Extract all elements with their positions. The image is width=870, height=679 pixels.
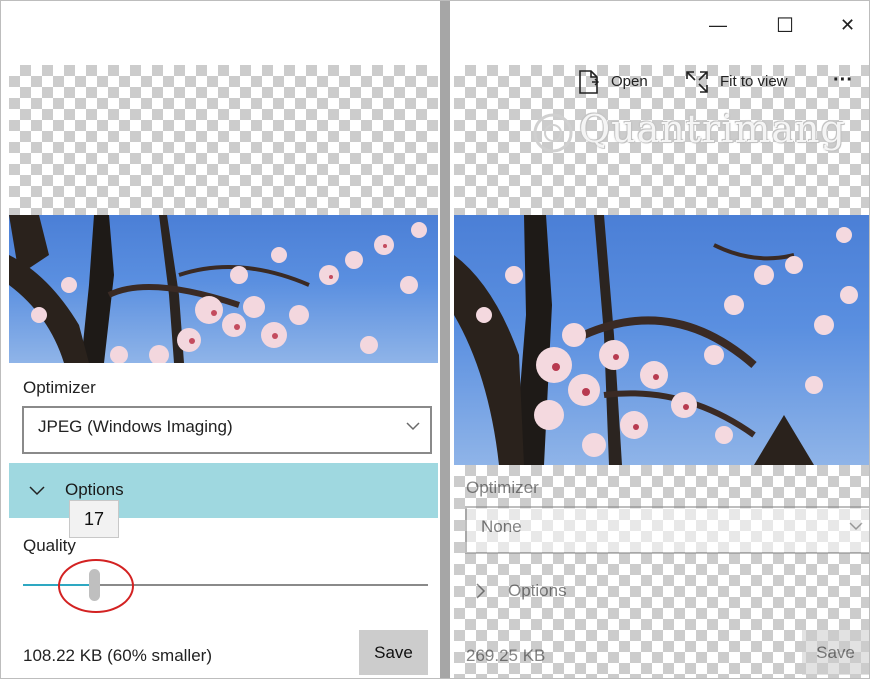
close-button[interactable]: ✕ [840,15,855,36]
right-pane: Optimizer None Options 269.25 KB Save [454,1,869,678]
save-button[interactable]: Save [359,630,428,675]
save-button[interactable]: Save [802,630,869,675]
left-pane: Optimizer JPEG (Windows Imaging) Options… [1,1,438,678]
optimizer-dropdown[interactable]: None [465,506,869,554]
fit-to-view-button[interactable]: Fit to view [685,69,805,95]
fit-to-view-icon [686,71,708,93]
quality-slider-track[interactable] [95,584,428,586]
open-file-icon [579,70,599,94]
photo-illustration [454,215,858,465]
chevron-down-icon [29,486,45,496]
chevron-down-icon [849,522,863,531]
fit-to-view-label: Fit to view [720,73,788,90]
options-label: Options [508,581,567,600]
options-expander[interactable]: Options [454,564,869,619]
optimizer-label: Optimizer [466,478,539,497]
optimizer-dropdown[interactable]: JPEG (Windows Imaging) [22,406,432,454]
compare-splitter[interactable] [438,1,454,678]
optimizer-value: None [481,517,522,536]
splitter-handle[interactable] [440,1,450,678]
maximize-button[interactable]: ☐ [776,13,794,38]
image-preview-optimized [9,215,438,363]
minimize-button[interactable]: — [709,15,727,36]
file-size-status: 269.25 KB [466,646,546,665]
options-label: Options [65,480,124,499]
open-label: Open [611,73,648,90]
app-window: Optimizer JPEG (Windows Imaging) Options… [0,0,870,679]
watermark-text: Quantrimang [579,107,846,151]
photo-illustration [9,215,427,363]
watermark-logo: Quantrimang [531,107,846,155]
optimizer-label: Optimizer [23,378,96,397]
chevron-down-icon [406,422,420,431]
image-preview-original [454,215,869,465]
quality-tooltip: 17 [69,500,119,538]
more-button[interactable]: ··· [833,69,863,95]
optimizer-value: JPEG (Windows Imaging) [38,417,233,436]
more-icon: ··· [833,69,853,91]
chevron-right-icon [476,583,486,599]
open-button[interactable]: Open [577,69,657,95]
quality-label: Quality [23,536,76,555]
transparent-area [9,65,438,215]
watermark-icon [533,113,573,152]
highlight-annotation [58,559,134,613]
file-size-status: 108.22 KB (60% smaller) [23,646,212,665]
